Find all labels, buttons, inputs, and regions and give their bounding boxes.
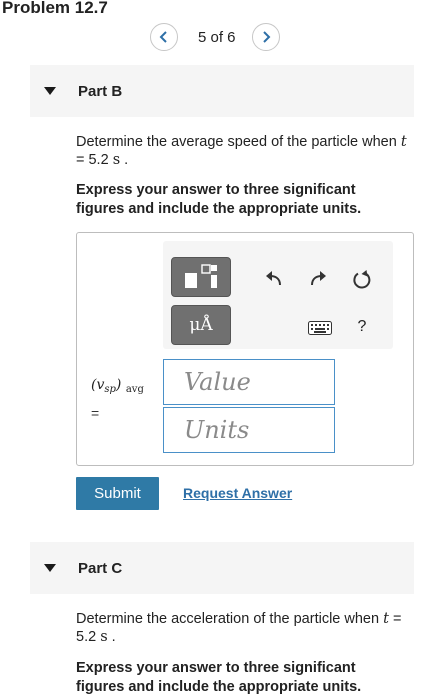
keyboard-button[interactable] — [307, 319, 333, 337]
answer-variable-label: (vsp) avg — [91, 377, 144, 395]
reset-icon — [353, 270, 371, 289]
part-b-instruction: Express your answer to three significant… — [76, 182, 362, 217]
keyboard-icon — [308, 321, 332, 335]
equals-sign: = — [91, 405, 100, 421]
chevron-left-icon — [159, 31, 167, 43]
collapse-triangle-icon — [44, 87, 56, 95]
part-b-question: Determine the average speed of the parti… — [76, 134, 407, 168]
units-field[interactable] — [163, 407, 335, 453]
units-button-label: μÅ — [189, 315, 213, 335]
pager: 5 of 6 — [150, 23, 280, 51]
redo-icon — [311, 271, 326, 286]
prev-button[interactable] — [150, 23, 178, 51]
part-c-question: Determine the acceleration of the partic… — [76, 611, 402, 645]
next-button[interactable] — [251, 23, 280, 51]
collapse-triangle-icon — [44, 564, 56, 572]
chevron-right-icon — [262, 31, 270, 43]
fraction-template-icon — [185, 264, 217, 288]
reset-button[interactable] — [351, 269, 373, 291]
value-input[interactable] — [184, 368, 324, 396]
math-toolbar: μÅ ? — [163, 241, 393, 349]
part-c-header[interactable]: Part C — [30, 542, 414, 594]
value-field[interactable] — [163, 359, 335, 405]
units-button[interactable]: μÅ — [171, 305, 231, 345]
undo-button[interactable] — [263, 269, 285, 289]
part-c-label: Part C — [78, 559, 123, 577]
part-c-instruction: Express your answer to three significant… — [76, 660, 362, 695]
problem-title: Problem 12.7 — [2, 0, 108, 17]
units-input[interactable] — [184, 416, 324, 444]
request-answer-link[interactable]: Request Answer — [183, 485, 292, 501]
part-b-label: Part B — [78, 82, 123, 100]
redo-button[interactable] — [307, 269, 329, 289]
template-button[interactable] — [171, 257, 231, 297]
answer-box: μÅ ? (vsp) avg = Value Units — [76, 232, 414, 466]
undo-icon — [266, 271, 281, 286]
submit-button[interactable]: Submit — [76, 477, 159, 510]
part-b-header[interactable]: Part B — [30, 65, 414, 117]
pager-text: 5 of 6 — [198, 28, 236, 46]
help-button[interactable]: ? — [353, 317, 371, 337]
